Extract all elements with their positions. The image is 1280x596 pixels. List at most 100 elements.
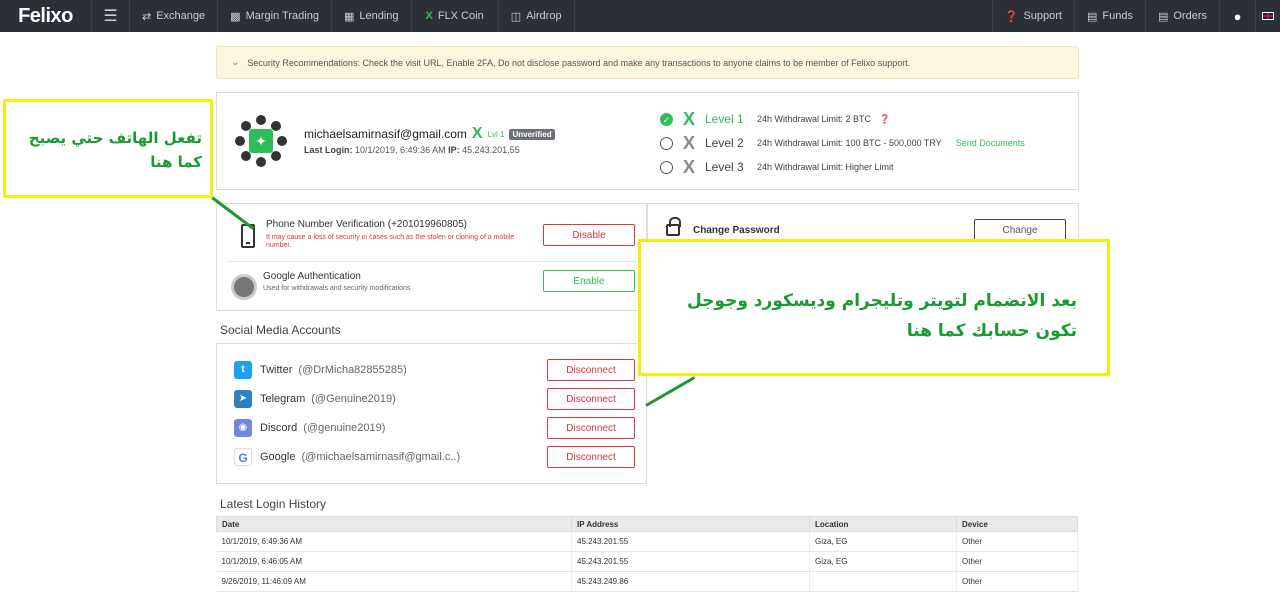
level-3-limit: 24h Withdrawal Limit: Higher Limit (757, 162, 894, 172)
column-header: IP Address (571, 516, 810, 532)
wallet-icon: ▤ (1086, 10, 1098, 23)
social-handle: (@michaelsamirnasif@gmail.c..) (301, 451, 461, 463)
nav-lending-label: Lending (359, 10, 399, 22)
level-tag: Lvl 1 (487, 129, 505, 139)
nav-airdrop[interactable]: ◫ Airdrop (499, 0, 575, 32)
level-2-name: Level 2 (705, 136, 744, 150)
social-name: Twitter (260, 364, 293, 376)
nav-funds-label: Funds (1102, 10, 1133, 22)
flx-x-icon: X (682, 132, 695, 153)
level-3-row: X Level 3 24h Withdrawal Limit: Higher L… (660, 155, 1025, 179)
flx-x-icon: X (425, 10, 433, 22)
enable-google-auth-button[interactable]: Enable (543, 270, 635, 292)
disconnect-twitter-button[interactable]: Disconnect (547, 359, 635, 381)
column-header: Device (956, 516, 1078, 532)
change-password-button[interactable]: Change (974, 219, 1066, 241)
social-name: Google (260, 451, 296, 463)
nav-funds[interactable]: ▤ Funds (1075, 0, 1146, 32)
chart-icon: ▩ (230, 10, 241, 23)
level-2-row: X Level 2 24h Withdrawal Limit: 100 BTC … (660, 131, 1025, 155)
user-icon[interactable]: ● (1220, 0, 1256, 32)
social-name: Telegram (260, 393, 306, 405)
chevron-down-icon[interactable]: ⌄ (231, 57, 239, 68)
info-icon[interactable]: ❓ (879, 114, 890, 125)
flx-x-icon: X (682, 108, 695, 129)
nav-orders-label: Orders (1173, 10, 1207, 22)
google-icon: G (234, 448, 252, 466)
level-1-name: Level 1 (705, 112, 744, 126)
nav-exchange[interactable]: ⇄ Exchange (130, 0, 219, 32)
nav-exchange-label: Exchange (156, 10, 206, 22)
level-3-name: Level 3 (705, 160, 744, 174)
nav-support-label: Support (1023, 10, 1062, 22)
level-1-limit: 24h Withdrawal Limit: 2 BTC (757, 114, 872, 124)
flx-x-icon: X (682, 156, 695, 177)
phone-verification-warning: It may cause a loss of security in cases… (266, 234, 515, 249)
social-media-panel: t Twitter (@DrMicha82855285) Disconnect … (216, 343, 647, 484)
send-documents-link[interactable]: Send Documents (956, 138, 1025, 148)
google-auth-title: Google Authentication (263, 271, 361, 282)
alert-text: Security Recommendations: Check the visi… (247, 57, 911, 68)
felixo-logo[interactable]: Felixo (0, 0, 92, 32)
phone-verification-title: Phone Number Verification (+201019960805… (266, 219, 467, 230)
question-icon: ❓ (1004, 10, 1019, 23)
annotation-connector (645, 376, 696, 407)
level-2-limit: 24h Withdrawal Limit: 100 BTC - 500,000 … (757, 138, 942, 148)
annotation-phone-note: تفعل الهاتف حتي يصبح كما هنا (3, 99, 213, 198)
lending-icon: ▦ (343, 10, 355, 23)
social-row-twitter: t Twitter (@DrMicha82855285) Disconnect (234, 358, 638, 382)
disable-phone-button[interactable]: Disable (543, 224, 635, 246)
google-auth-row: Google Authentication Used for withdrawa… (227, 264, 637, 312)
social-handle: (@genuine2019) (303, 422, 386, 434)
lock-icon (666, 217, 681, 236)
divider (227, 261, 637, 262)
nav-airdrop-label: Airdrop (526, 10, 562, 22)
menu-icon[interactable]: ☰ (92, 0, 130, 32)
annotation-social-note: بعد الانضمام لتويتر وتليجرام وديسكورد وج… (638, 239, 1110, 376)
verification-levels: ✓ X Level 1 24h Withdrawal Limit: 2 BTC … (660, 107, 1025, 179)
login-history-table: Date IP Address Location Device 10/1/201… (216, 516, 1078, 592)
top-navigation-bar: Felixo ☰ ⇄ Exchange ▩ Margin Trading ▦ L… (0, 0, 1280, 32)
nav-support[interactable]: ❓ Support (991, 0, 1075, 32)
disconnect-discord-button[interactable]: Disconnect (547, 417, 635, 439)
social-row-telegram: ➤ Telegram (@Genuine2019) Disconnect (234, 387, 638, 411)
table-row: 9/26/2019, 11:46:09 AM 45.243.249.86 Oth… (216, 571, 1078, 592)
nav-margin-trading-label: Margin Trading (245, 10, 319, 22)
exchange-icon: ⇄ (142, 10, 152, 23)
phone-verification-row: Phone Number Verification (+201019960805… (227, 212, 637, 260)
table-row: 10/1/2019, 6:49:36 AM 45.243.201.55 Giza… (216, 531, 1078, 552)
twitter-icon: t (234, 361, 252, 379)
nav-margin-trading[interactable]: ▩ Margin Trading (218, 0, 332, 32)
social-name: Discord (260, 422, 298, 434)
nav-lending[interactable]: ▦ Lending (332, 0, 412, 32)
nav-flx-coin-label: FLX Coin (437, 10, 484, 22)
login-history-title: Latest Login History (220, 497, 327, 511)
status-badge: Unverified (509, 128, 555, 140)
profile-panel: ✦ michaelsamirnasif@gmail.com X Lvl 1 Un… (216, 92, 1079, 190)
social-handle: (@DrMicha82855285) (298, 364, 407, 376)
last-login: Last Login: 10/1/2019, 6:49:36 AM IP: 45… (304, 145, 520, 155)
language-flag-icon[interactable] (1256, 0, 1280, 32)
email-text: michaelsamirnasif@gmail.com (304, 127, 467, 141)
discord-icon: ◉ (234, 419, 252, 437)
disconnect-google-button[interactable]: Disconnect (547, 446, 635, 468)
nav-flx-coin[interactable]: X FLX Coin (412, 0, 499, 32)
google-authenticator-icon (231, 274, 257, 300)
change-password-title: Change Password (693, 225, 780, 236)
document-icon: ▤ (1157, 10, 1169, 23)
user-email: michaelsamirnasif@gmail.com X Lvl 1 Unve… (304, 125, 555, 143)
check-icon: ✓ (660, 112, 673, 126)
security-panel: Phone Number Verification (+201019960805… (216, 203, 647, 311)
social-row-google: G Google (@michaelsamirnasif@gmail.c..) … (234, 445, 638, 469)
radio-icon (660, 136, 673, 150)
security-recommendations-alert: ⌄ Security Recommendations: Check the vi… (216, 46, 1079, 79)
social-row-discord: ◉ Discord (@genuine2019) Disconnect (234, 416, 638, 440)
disconnect-telegram-button[interactable]: Disconnect (547, 388, 635, 410)
nav-orders[interactable]: ▤ Orders (1146, 0, 1220, 32)
column-header: Location (809, 516, 957, 532)
table-row: 10/1/2019, 6:46:05 AM 45.243.201.55 Giza… (216, 551, 1078, 572)
gift-icon: ◫ (510, 10, 522, 23)
flx-x-icon: X (471, 125, 483, 142)
column-header: Date (216, 516, 572, 532)
social-media-title: Social Media Accounts (220, 323, 341, 337)
